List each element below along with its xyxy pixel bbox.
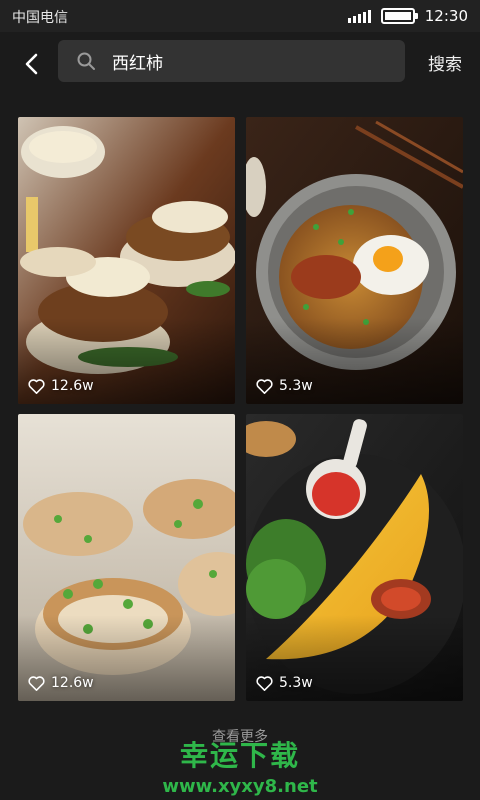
like-count: 12.6w <box>28 378 94 394</box>
carrier-label: 中国电信 <box>12 10 68 26</box>
search-button[interactable]: 搜索 <box>428 50 462 75</box>
food-photo <box>18 117 235 404</box>
like-count-label: 12.6w <box>51 675 94 691</box>
chevron-left-icon <box>25 53 38 75</box>
like-count-label: 5.3w <box>279 675 313 691</box>
status-bar: 中国电信 12:30 <box>0 0 480 32</box>
battery-icon <box>380 8 418 24</box>
result-card[interactable]: 12.6w <box>18 414 235 701</box>
heart-icon <box>28 675 45 691</box>
status-icons: 12:30 <box>347 6 468 26</box>
search-box[interactable] <box>58 40 405 82</box>
result-card[interactable]: 5.3w <box>246 414 463 701</box>
watermark-url: www.xyxy8.net <box>162 776 318 797</box>
result-card[interactable]: 12.6w <box>18 117 235 404</box>
battery-level <box>384 12 411 20</box>
search-input[interactable] <box>100 51 405 71</box>
watermark-title: 幸运下载 <box>179 739 300 772</box>
like-count: 5.3w <box>256 378 313 394</box>
heart-icon <box>256 675 273 691</box>
food-photo <box>18 414 235 701</box>
search-header: 搜索 <box>0 32 480 96</box>
watermark: 幸运下载 www.xyxy8.net <box>0 734 480 797</box>
food-photo <box>246 117 463 404</box>
heart-icon <box>28 378 45 394</box>
back-button[interactable] <box>14 46 50 82</box>
search-icon <box>66 40 100 82</box>
heart-icon <box>256 378 273 394</box>
signal-icon <box>347 9 371 23</box>
result-card[interactable]: 5.3w <box>246 117 463 404</box>
clock: 12:30 <box>424 7 468 25</box>
like-count: 12.6w <box>28 675 94 691</box>
like-count-label: 5.3w <box>279 378 313 394</box>
like-count-label: 12.6w <box>51 378 94 394</box>
like-count: 5.3w <box>256 675 313 691</box>
food-photo <box>246 414 463 701</box>
